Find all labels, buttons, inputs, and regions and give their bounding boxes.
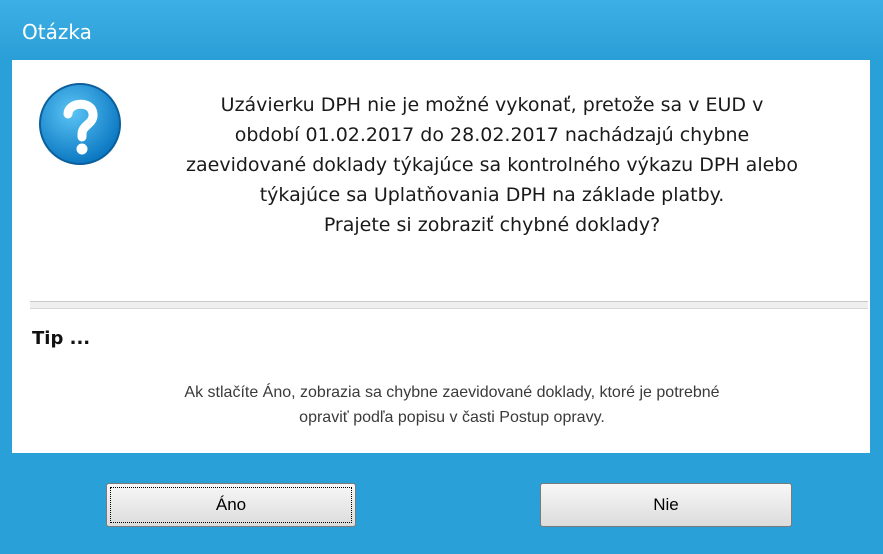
- message-line: Prajete si zobraziť chybné doklady?: [323, 214, 661, 236]
- title-bar[interactable]: Otázka: [0, 0, 883, 60]
- message-line: Uzávierku DPH nie je možné vykonať, pret…: [220, 94, 764, 116]
- question-icon: [39, 83, 121, 165]
- button-bar: Áno Nie: [12, 453, 870, 554]
- window-title: Otázka: [22, 20, 92, 44]
- question-dialog: Otázka Uzávierku DPH nie je možné vykona…: [0, 0, 883, 554]
- message-line: období 01.02.2017 do 28.02.2017 nachádza…: [234, 124, 750, 146]
- message-line: týkajúce sa Uplatňovania DPH na základe …: [259, 184, 725, 206]
- separator: [30, 301, 868, 309]
- tip-text: Ak stlačíte Áno, zobrazia sa chybne zaev…: [72, 380, 832, 430]
- message-text: Uzávierku DPH nie je možné vykonať, pret…: [132, 90, 852, 240]
- message-line: zaevidované doklady týkajúce sa kontroln…: [186, 154, 798, 176]
- tip-line: opraviť podľa popisu v časti Postup opra…: [299, 409, 605, 426]
- tip-label: Tip ...: [32, 328, 91, 349]
- dialog-content: Uzávierku DPH nie je možné vykonať, pret…: [12, 60, 870, 453]
- tip-line: Ak stlačíte Áno, zobrazia sa chybne zaev…: [184, 384, 720, 401]
- no-button[interactable]: Nie: [540, 483, 792, 527]
- left-frame: [0, 60, 12, 554]
- right-frame: [870, 60, 883, 554]
- yes-button[interactable]: Áno: [106, 483, 356, 527]
